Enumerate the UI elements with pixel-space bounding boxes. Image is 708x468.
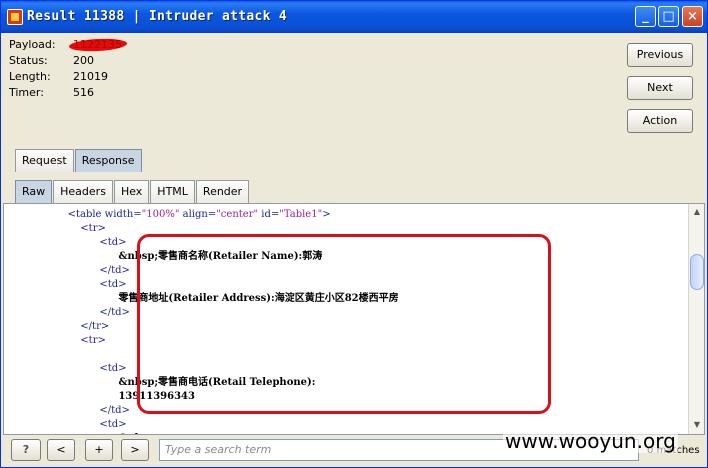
previous-button[interactable]: Previous: [627, 43, 693, 67]
length-value: 21019: [73, 70, 108, 83]
scroll-up-icon[interactable]: ▲: [690, 205, 704, 219]
tab-headers[interactable]: Headers: [53, 180, 113, 203]
timer-label: Timer:: [9, 86, 44, 99]
maximize-button[interactable]: □: [658, 6, 679, 27]
request-response-tabs: Request Response: [15, 149, 143, 172]
status-label: Status:: [9, 54, 48, 67]
close-button[interactable]: ×: [682, 6, 703, 27]
next-match-button[interactable]: >: [121, 439, 149, 461]
scroll-thumb[interactable]: [690, 254, 704, 290]
tab-render[interactable]: Render: [195, 180, 250, 203]
app-icon: [7, 9, 23, 25]
previous-match-button[interactable]: <: [47, 439, 75, 461]
length-label: Length:: [9, 70, 51, 83]
help-button[interactable]: ?: [11, 439, 41, 461]
title-bar[interactable]: Result 11388 | Intruder attack 4 _ □ ×: [1, 1, 707, 33]
view-tabs: Raw Headers Hex HTML Render: [15, 180, 250, 203]
minimize-button[interactable]: _: [635, 6, 656, 27]
tab-request[interactable]: Request: [15, 149, 74, 172]
next-button[interactable]: Next: [627, 76, 693, 100]
tab-html[interactable]: HTML: [150, 180, 195, 203]
tab-raw[interactable]: Raw: [15, 180, 53, 203]
scroll-down-icon[interactable]: ▼: [690, 418, 704, 432]
code-line: <table width="100%" align="center" id="T…: [67, 209, 331, 220]
tab-hex[interactable]: Hex: [113, 180, 150, 203]
action-button[interactable]: Action: [627, 109, 693, 133]
timer-value: 516: [73, 86, 94, 99]
result-window: Result 11388 | Intruder attack 4 _ □ × P…: [0, 0, 708, 468]
tab-response[interactable]: Response: [74, 149, 142, 172]
vertical-scrollbar[interactable]: ▲ ▼: [688, 204, 704, 434]
result-info: Payload: 1122135 Status: 200 Length: 21019…: [9, 37, 128, 101]
highlight-annotation: [137, 234, 551, 414]
add-button[interactable]: +: [85, 439, 113, 461]
window-title: Result 11388 | Intruder attack 4: [27, 9, 288, 24]
watermark: www.wooyun.org: [503, 429, 678, 453]
payload-value: 1122135: [68, 37, 128, 53]
payload-label: Payload:: [9, 38, 56, 51]
status-value: 200: [73, 54, 94, 67]
